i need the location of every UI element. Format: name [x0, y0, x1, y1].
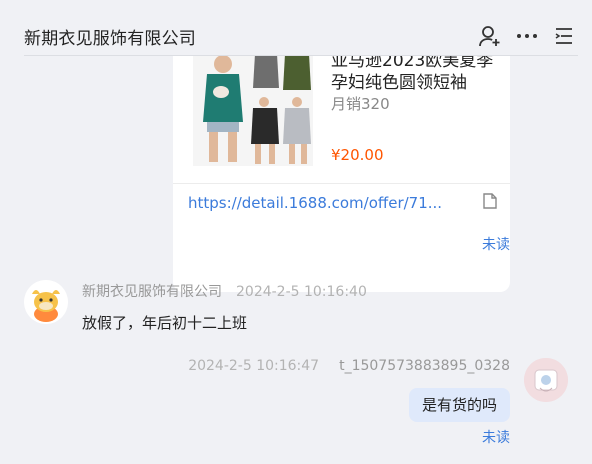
read-status: 未读 [482, 237, 510, 253]
chat-header: 新期衣见服饰有限公司 [0, 0, 592, 56]
avatar[interactable] [524, 358, 568, 402]
message-list[interactable]: 亚马逊2023欧美夏季孕妇纯色圆领短袖 月销320 ¥20.00 https:/… [0, 56, 592, 464]
product-title[interactable]: 亚马逊2023欧美夏季孕妇纯色圆领短袖 [331, 56, 501, 94]
sender-name: t_1507573883895_0328 [339, 358, 510, 374]
message-time: 2024-2-5 10:16:47 [188, 358, 320, 374]
avatar[interactable] [24, 280, 68, 324]
document-icon[interactable] [483, 193, 497, 209]
message-meta: 新期衣见服饰有限公司 2024-2-5 10:16:40 [82, 281, 367, 301]
product-sales: 月销320 [331, 95, 390, 113]
product-price: ¥20.00 [331, 146, 384, 164]
message-meta: 2024-2-5 10:16:47 t_1507573883895_0328 [188, 358, 510, 374]
product-card[interactable]: 亚马逊2023欧美夏季孕妇纯色圆领短袖 月销320 ¥20.00 https:/… [173, 56, 510, 292]
message-text[interactable]: 放假了，年后初十二上班 [82, 312, 247, 333]
sender-name: 新期衣见服饰有限公司 [82, 284, 222, 300]
message-bubble[interactable]: 是有货的吗 [408, 388, 510, 422]
product-link[interactable]: https://detail.1688.com/offer/71... [188, 194, 458, 212]
more-icon[interactable] [515, 24, 539, 48]
add-contact-icon[interactable] [477, 24, 501, 48]
chat-title: 新期衣见服饰有限公司 [24, 29, 196, 49]
card-divider [173, 183, 510, 184]
read-status: 未读 [482, 430, 510, 446]
message-time: 2024-2-5 10:16:40 [236, 284, 367, 300]
product-image[interactable] [193, 56, 313, 166]
menu-icon[interactable] [552, 24, 576, 48]
